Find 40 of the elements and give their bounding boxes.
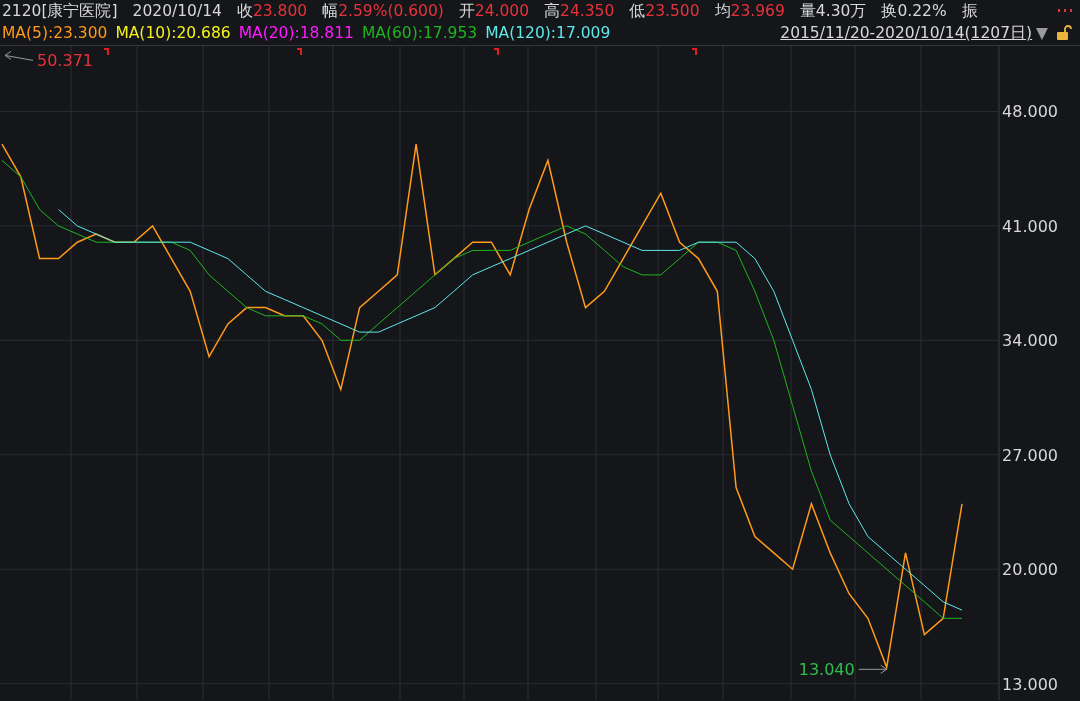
ma-legend-item: MA(10):20.686 (115, 23, 231, 44)
field-label: 开 (458, 2, 475, 20)
field-value: 2.59%(0.600) (338, 2, 444, 20)
ma-legend-item: MA(60):17.953 (361, 23, 478, 44)
field-label: 换 (881, 2, 898, 20)
ma-legend-item: MA(5):23.300 (2, 23, 108, 44)
field-label: 幅 (322, 2, 339, 20)
axis-tick-label: 20.000 (1002, 560, 1058, 580)
ma-legend-item: MA(20):18.811 (238, 23, 354, 44)
field-value: 24.350 (560, 2, 615, 20)
price-annotation: 13.040 (798, 660, 855, 680)
period-marker (103, 48, 109, 56)
axis-tick-label: 48.000 (1002, 102, 1058, 122)
price-annotation: 50.371 (37, 51, 93, 71)
period-marker (296, 48, 302, 56)
field-label: 量 (799, 2, 816, 20)
period-marker (493, 48, 499, 56)
field-label: 低 (629, 2, 646, 20)
field-label: 高 (544, 2, 561, 20)
field-value: 23.969 (730, 2, 785, 20)
field-value: 0.22% (897, 2, 947, 20)
ma-legend-item: MA(120):17.009 (485, 23, 611, 44)
date-range-link[interactable]: 2015/11/20-2020/10/14(1207日) (780, 22, 1033, 44)
period-marker (691, 48, 697, 56)
axis-tick-label: 13.000 (1002, 674, 1058, 694)
field-value: 23.500 (645, 2, 700, 20)
more-icon[interactable] (1058, 9, 1072, 13)
field-label: 振 (961, 2, 978, 20)
axis-tick-label: 27.000 (1002, 445, 1058, 465)
field-value: 24.000 (474, 2, 530, 20)
axis-tick-label: 34.000 (1002, 331, 1058, 351)
field-label: 收 (236, 2, 253, 20)
stock-name: 2120[康宁医院] (2, 1, 118, 22)
axis-tick-label: 41.000 (1002, 216, 1058, 236)
field-value: 23.800 (252, 2, 308, 20)
quote-date: 2020/10/14 (132, 1, 222, 22)
field-value: 4.30万 (815, 2, 867, 20)
lock-icon[interactable] (1056, 25, 1072, 41)
dropdown-toggle[interactable]: ▼ (1036, 22, 1048, 44)
field-label: 均 (714, 2, 731, 20)
